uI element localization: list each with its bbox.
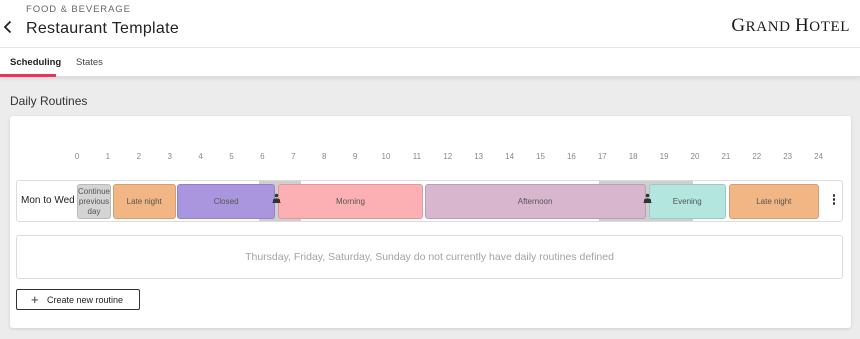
hour-tick-label: 9 [352, 152, 358, 161]
tab-states[interactable]: States [76, 57, 103, 68]
tab-scheduling[interactable]: Scheduling [10, 57, 61, 68]
hotel-logo: GRAND HOTEL [731, 15, 850, 36]
hour-tick-label: 4 [198, 152, 203, 161]
hour-tick-label: 3 [167, 152, 172, 161]
routine-segment[interactable]: Late night [728, 184, 819, 219]
hour-tick-label: 0 [74, 152, 80, 161]
daily-routines-card: 0 1 2 3 4 5 6 7 8 9 10 11 12 13 14 15 16 17 18 19 20 21 22 23 24… [10, 116, 851, 328]
hour-tick-label: 7 [291, 152, 296, 161]
empty-state-text: Thursday, Friday, Saturday, Sunday do no… [245, 251, 614, 263]
hour-tick-label: 13 [474, 152, 484, 161]
routine-segment[interactable]: Late night [112, 184, 176, 219]
transition-handle-icon[interactable] [272, 193, 281, 203]
hour-tick-label: 16 [566, 152, 576, 161]
hour-tick-label: 23 [783, 152, 793, 161]
hour-tick-label: 22 [752, 152, 762, 161]
hour-tick-label: 6 [260, 152, 265, 161]
transition-handle-icon[interactable] [643, 193, 652, 203]
hour-tick-label: 14 [505, 152, 515, 161]
hour-tick-label: 12 [443, 152, 453, 161]
hour-tick-label: 10 [381, 152, 391, 161]
more-options-button[interactable] [828, 193, 840, 209]
tab-bar: Scheduling States [0, 48, 860, 77]
hour-axis: 0 1 2 3 4 5 6 7 8 9 10 11 12 13 14 15 16 17 18 19 20 21 22 23 24 [10, 152, 851, 164]
page-category: FOOD & BEVERAGE [26, 4, 131, 15]
hour-tick-label: 1 [105, 152, 111, 161]
routine-row[interactable]: Continue previous day Late night Closed Mor… [16, 180, 843, 222]
hour-tick-label: 17 [597, 152, 607, 161]
hour-tick-label: 21 [721, 152, 731, 161]
hour-tick-label: 8 [321, 152, 327, 161]
hour-tick-label: 19 [659, 152, 669, 161]
routine-segment[interactable]: Evening [648, 184, 726, 219]
hour-tick-label: 11 [412, 152, 422, 161]
routine-segment[interactable]: Continue previous day [77, 184, 111, 219]
chevron-left-icon [3, 20, 12, 34]
hour-tick-label: 5 [229, 152, 234, 161]
hour-tick-label: 24 [814, 152, 824, 161]
hour-tick-label: 2 [136, 152, 142, 161]
active-tab-indicator [0, 74, 56, 77]
kebab-menu-icon [832, 194, 836, 197]
routine-segment[interactable]: Closed [177, 184, 275, 219]
routine-days-label: Mon to Wed [21, 195, 75, 206]
routine-segment[interactable]: Afternoon [424, 184, 646, 219]
section-title: Daily Routines [10, 94, 88, 108]
hour-tick-label: 20 [690, 152, 700, 161]
plus-icon: + [31, 292, 39, 307]
back-button[interactable] [2, 20, 18, 40]
empty-state: Thursday, Friday, Saturday, Sunday do no… [16, 235, 843, 279]
create-new-routine-button[interactable]: + Create new routine [16, 289, 140, 310]
create-new-routine-label: Create new routine [47, 295, 124, 305]
hour-tick-label: 15 [536, 152, 545, 161]
hour-tick-label: 18 [628, 152, 638, 161]
page-title: Restaurant Template [26, 20, 180, 37]
app-header: FOOD & BEVERAGE Restaurant Template GRAN… [0, 0, 860, 48]
routine-segment[interactable]: Morning [277, 184, 424, 219]
